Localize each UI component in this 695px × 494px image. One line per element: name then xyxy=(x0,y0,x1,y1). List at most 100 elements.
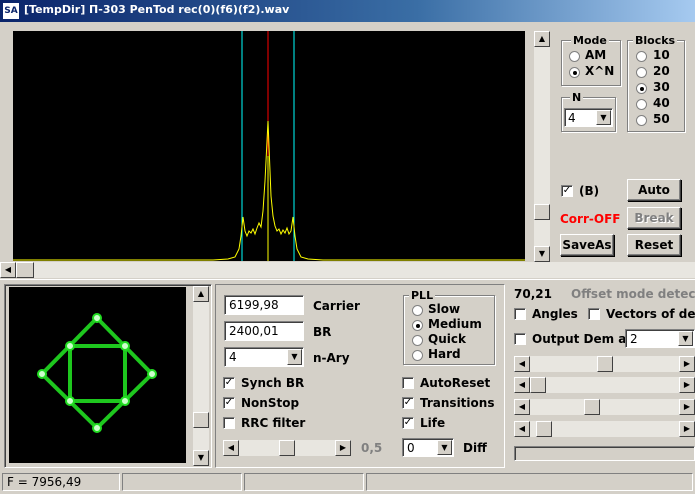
output-dem-select[interactable]: 2 ▼ xyxy=(625,329,695,348)
right-slider-3-right-button[interactable]: ▶ xyxy=(679,399,695,415)
rolloff-slider-left-button[interactable]: ◀ xyxy=(223,440,239,456)
mode-label-xn: X^N xyxy=(585,64,615,78)
b-checkbox-label: (B) xyxy=(579,184,600,198)
mode-radio-xn[interactable] xyxy=(569,67,580,78)
br-input[interactable]: 2400,01 xyxy=(224,321,304,341)
nonstop-checkbox[interactable]: ✓ xyxy=(223,397,235,409)
spectrum-vscrollbar[interactable] xyxy=(534,31,550,262)
autoreset-checkbox[interactable] xyxy=(402,377,414,389)
constellation-display[interactable] xyxy=(9,287,186,463)
blocks-group-title: Blocks xyxy=(633,34,678,47)
rolloff-slider-right-button[interactable]: ▶ xyxy=(335,440,351,456)
constellation-scroll-up-button[interactable]: ▲ xyxy=(193,286,209,302)
right-slider-3-thumb[interactable] xyxy=(584,399,600,415)
blocks-radio-40[interactable] xyxy=(636,99,647,110)
transitions-checkbox[interactable]: ✓ xyxy=(402,397,414,409)
right-slider-4-left-button[interactable]: ◀ xyxy=(514,421,530,437)
constellation-scroll-thumb[interactable] xyxy=(193,412,209,428)
right-slider-1-left-button[interactable]: ◀ xyxy=(514,356,530,372)
transitions-label: Transitions xyxy=(420,396,495,410)
rrc-filter-checkbox[interactable] xyxy=(223,417,235,429)
synch-br-checkbox[interactable]: ✓ xyxy=(223,377,235,389)
constellation-vscrollbar[interactable] xyxy=(193,286,209,466)
constellation-point xyxy=(120,341,130,351)
vectors-checkbox[interactable] xyxy=(588,308,600,320)
output-dem-dropdown-arrow[interactable]: ▼ xyxy=(678,331,693,346)
saveas-button[interactable]: SaveAs xyxy=(560,234,614,256)
n-select[interactable]: 4 ▼ xyxy=(564,108,613,127)
spectrum-display[interactable] xyxy=(13,31,525,261)
constellation-inner-square xyxy=(68,344,127,403)
blocks-radio-30[interactable] xyxy=(636,83,647,94)
spectrum-hscrollbar[interactable] xyxy=(0,262,695,278)
right-slider-3-left-button[interactable]: ◀ xyxy=(514,399,530,415)
right-indicator-bar xyxy=(514,446,695,461)
blocks-label-10: 10 xyxy=(653,48,670,62)
diff-dropdown-arrow[interactable]: ▼ xyxy=(437,440,452,455)
output-dem-select-value: 2 xyxy=(630,332,638,346)
right-slider-2-left-button[interactable]: ◀ xyxy=(514,377,530,393)
blocks-radio-50[interactable] xyxy=(636,115,647,126)
break-button[interactable]: Break xyxy=(627,207,681,229)
spectrum-scroll-up-button[interactable]: ▲ xyxy=(534,31,550,47)
spectrum-scroll-down-button[interactable]: ▼ xyxy=(534,246,550,262)
output-dem-label: Output Dem as xyxy=(532,332,634,346)
spectrum-scroll-thumb[interactable] xyxy=(534,204,550,220)
carrier-label: Carrier xyxy=(313,299,360,313)
carrier-input[interactable]: 6199,98 xyxy=(224,295,304,315)
pll-radio-medium[interactable] xyxy=(412,320,423,331)
nary-select-value: 4 xyxy=(229,350,237,364)
constellation-plot xyxy=(37,313,157,433)
constellation-point xyxy=(37,369,47,379)
pll-label-hard: Hard xyxy=(428,347,461,361)
pll-radio-quick[interactable] xyxy=(412,335,423,346)
right-slider-4-right-button[interactable]: ▶ xyxy=(679,421,695,437)
offset-status: Offset mode detected xyxy=(571,287,695,301)
offset-value: 70,21 xyxy=(514,287,552,301)
nary-label: n-Ary xyxy=(313,351,350,365)
n-select-value: 4 xyxy=(568,111,576,125)
br-input-value: 2400,01 xyxy=(229,324,279,338)
status-panel-2 xyxy=(122,473,242,491)
right-slider-3[interactable] xyxy=(514,399,695,415)
app-icon[interactable]: SA xyxy=(3,3,19,19)
constellation-point xyxy=(65,396,75,406)
status-panel-3 xyxy=(244,473,364,491)
window-title: [TempDir] П-303 PenTod rec(0)(f6)(f2).wa… xyxy=(24,3,290,16)
right-slider-4-thumb[interactable] xyxy=(536,421,552,437)
right-slider-1-right-button[interactable]: ▶ xyxy=(679,356,695,372)
pll-radio-hard[interactable] xyxy=(412,350,423,361)
b-checkbox[interactable]: ✓ xyxy=(561,185,573,197)
constellation-point xyxy=(147,369,157,379)
reset-button[interactable]: Reset xyxy=(627,234,681,256)
constellation-point xyxy=(92,423,102,433)
right-slider-1-thumb[interactable] xyxy=(597,356,613,372)
diff-select[interactable]: 0 ▼ xyxy=(402,438,454,457)
spectrum-hscroll-left-button[interactable]: ◀ xyxy=(0,262,16,278)
constellation-point xyxy=(120,396,130,406)
blocks-radio-10[interactable] xyxy=(636,51,647,62)
constellation-scroll-down-button[interactable]: ▼ xyxy=(193,450,209,466)
mode-label-am: AM xyxy=(585,48,607,62)
pll-label-quick: Quick xyxy=(428,332,466,346)
carrier-input-value: 6199,98 xyxy=(229,298,279,312)
angles-checkbox[interactable] xyxy=(514,308,526,320)
rrc-filter-label: RRC filter xyxy=(241,416,306,430)
output-dem-checkbox[interactable] xyxy=(514,333,526,345)
blocks-label-40: 40 xyxy=(653,96,670,110)
rolloff-value: 0,5 xyxy=(361,441,383,455)
spectrum-plot xyxy=(13,31,525,261)
mode-radio-am[interactable] xyxy=(569,51,580,62)
right-slider-2-right-button[interactable]: ▶ xyxy=(679,377,695,393)
n-dropdown-arrow[interactable]: ▼ xyxy=(596,110,611,125)
spectrum-hscroll-thumb[interactable] xyxy=(16,262,34,278)
blocks-radio-20[interactable] xyxy=(636,67,647,78)
nary-dropdown-arrow[interactable]: ▼ xyxy=(287,349,302,365)
pll-radio-slow[interactable] xyxy=(412,305,423,316)
life-label: Life xyxy=(420,416,446,430)
life-checkbox[interactable]: ✓ xyxy=(402,417,414,429)
rolloff-slider-thumb[interactable] xyxy=(279,440,295,456)
nary-select[interactable]: 4 ▼ xyxy=(224,347,304,367)
auto-button[interactable]: Auto xyxy=(627,179,681,201)
right-slider-2-thumb[interactable] xyxy=(530,377,546,393)
